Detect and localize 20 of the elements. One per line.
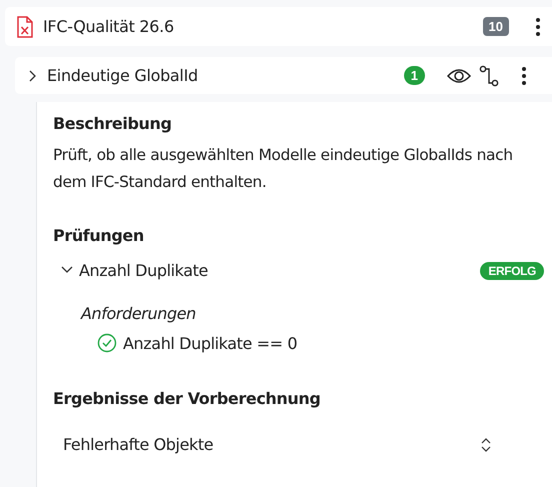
- path-icon[interactable]: [479, 64, 499, 86]
- rule-row[interactable]: Eindeutige GlobalId 1: [15, 57, 552, 94]
- section-heading: Prüfungen: [53, 226, 145, 245]
- more-icon[interactable]: [535, 16, 541, 36]
- sort-icon: [481, 438, 491, 452]
- status-badge: ERFOLG: [480, 262, 544, 280]
- requirements-label: Anforderungen: [81, 304, 197, 323]
- count-badge: 1: [404, 66, 425, 85]
- rule-title: Eindeutige GlobalId: [47, 66, 199, 85]
- ruleset-title: IFC-Qualität 26.6: [43, 17, 175, 36]
- section-heading: Ergebnisse der Vorberechnung: [53, 389, 322, 408]
- count-badge: 10: [482, 17, 509, 36]
- file-error-icon: [17, 16, 33, 38]
- results-select[interactable]: Fehlerhafte Objekte: [53, 417, 505, 454]
- more-icon[interactable]: [521, 66, 527, 86]
- eye-icon[interactable]: [447, 68, 471, 84]
- description-text: Prüft, ob alle ausgewählten Modelle eindeutige GlobalIds nach dem IFC-Standard enthalten.: [53, 145, 514, 193]
- requirement-text: Anzahl Duplikate == 0: [123, 334, 298, 352]
- section-heading: Beschreibung: [53, 114, 173, 133]
- check-title[interactable]: Anzahl Duplikate: [79, 261, 474, 280]
